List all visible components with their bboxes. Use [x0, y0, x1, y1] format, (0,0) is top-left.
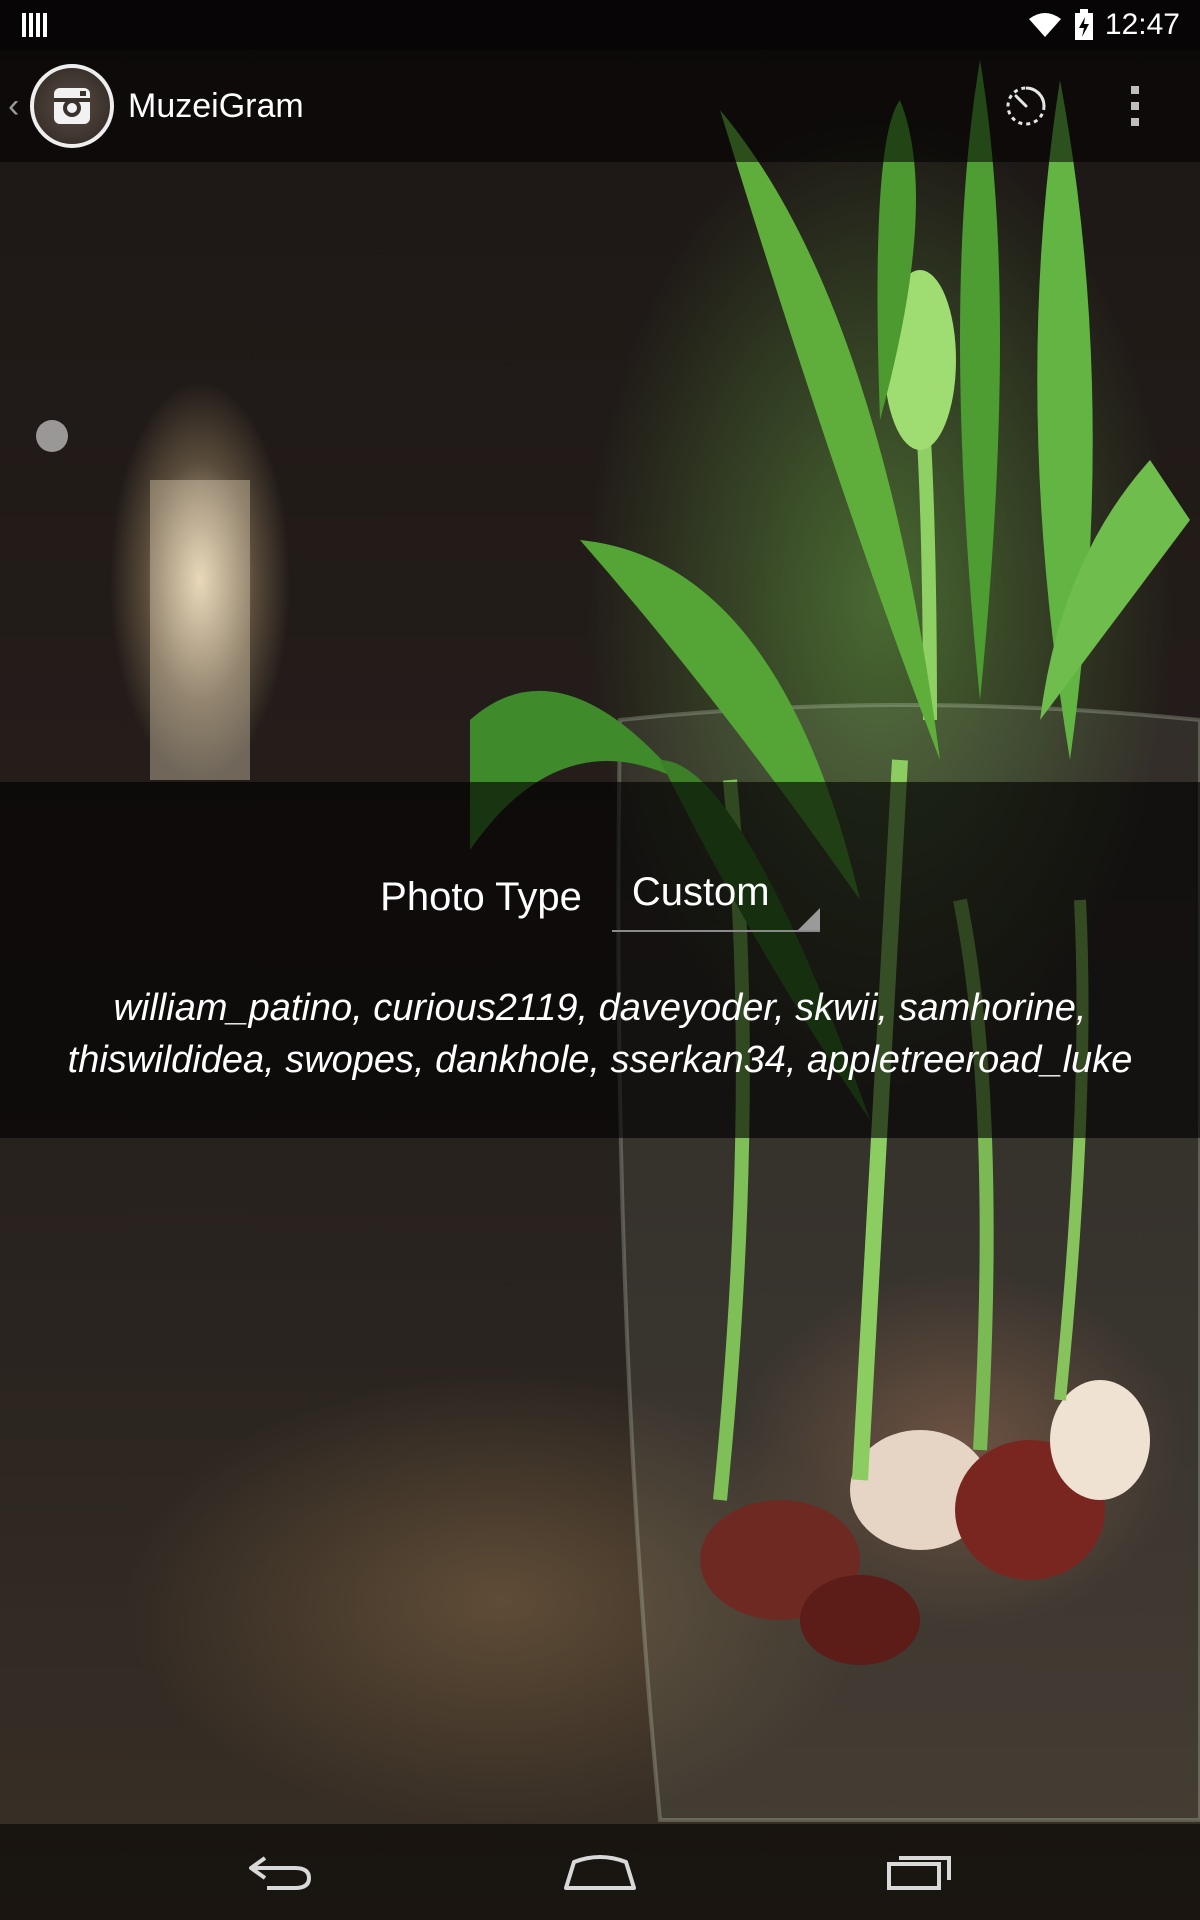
recents-icon[interactable] — [870, 1837, 970, 1907]
photo-type-spinner[interactable]: Custom — [611, 862, 820, 932]
overflow-menu-icon[interactable] — [1120, 76, 1150, 136]
barcode-icon — [22, 13, 47, 37]
settings-panel: Photo Type Custom william_patino, curiou… — [0, 782, 1200, 1138]
app-title: MuzeiGram — [128, 86, 304, 125]
photo-type-value: Custom — [631, 870, 770, 914]
status-bar: 12:47 — [0, 0, 1200, 50]
users-line-2: thiswildidea, swopes, dankhole, sserkan3… — [67, 1039, 1133, 1081]
users-line-1: william_patino, curious2119, daveyoder, … — [113, 987, 1087, 1029]
screen: 12:47 ‹ MuzeiGram Photo Type Custom will… — [0, 0, 1200, 1920]
photo-type-label: Photo Type — [380, 874, 582, 919]
wifi-icon — [1028, 13, 1061, 37]
up-chevron-icon[interactable]: ‹ — [8, 87, 26, 126]
timer-icon[interactable] — [996, 76, 1056, 136]
navigation-bar — [0, 1824, 1200, 1920]
action-bar: ‹ MuzeiGram — [0, 50, 1200, 162]
battery-charging-icon — [1074, 9, 1093, 40]
back-icon[interactable] — [230, 1837, 330, 1907]
home-icon[interactable] — [550, 1837, 650, 1907]
spinner-corner-icon — [797, 908, 820, 930]
status-time: 12:47 — [1104, 8, 1180, 41]
instagram-camera-icon[interactable] — [30, 64, 114, 148]
photo-type-row: Photo Type Custom — [0, 862, 1200, 932]
custom-users-text[interactable]: william_patino, curious2119, daveyoder, … — [60, 982, 1140, 1086]
